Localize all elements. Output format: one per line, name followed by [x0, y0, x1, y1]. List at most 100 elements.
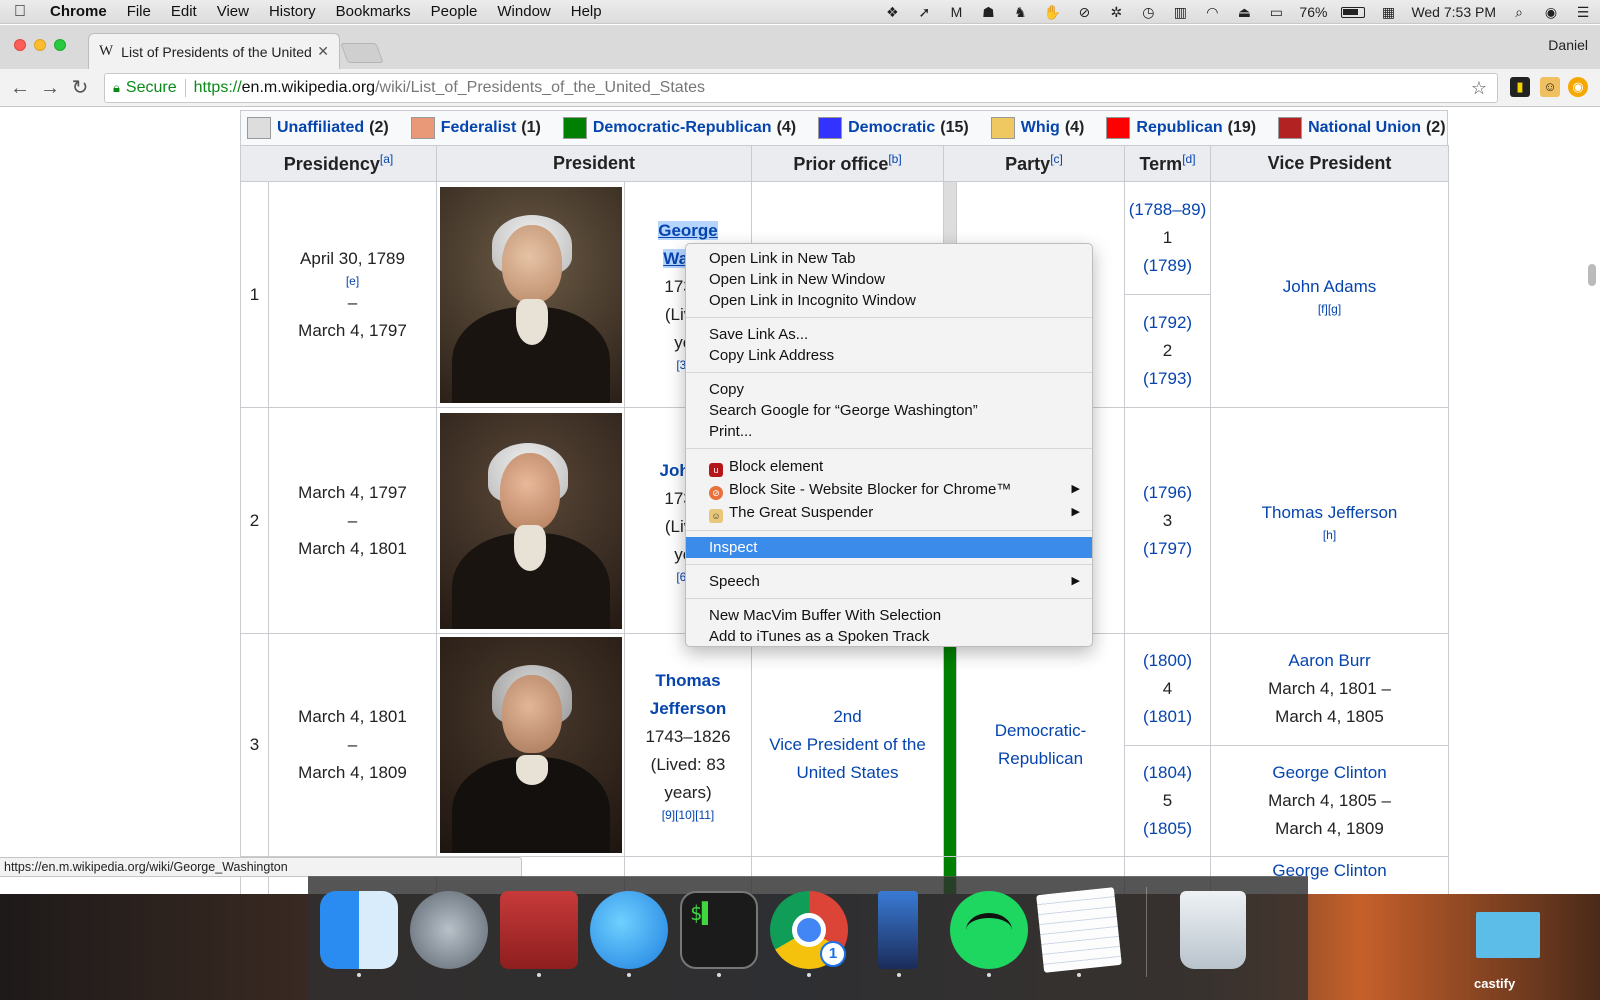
finder-icon[interactable] — [320, 891, 398, 969]
new-tab-button[interactable] — [340, 43, 384, 63]
legend-party-link[interactable]: Democratic-Republican — [593, 119, 772, 137]
time-machine-icon[interactable]: ◷ — [1139, 4, 1157, 20]
chrome-center — [792, 913, 826, 947]
menu-bookmarks[interactable]: Bookmarks — [326, 3, 421, 20]
malwarebytes-icon[interactable]: M — [947, 4, 965, 20]
menu-great-suspender[interactable]: ☺ The Great Suspender ▶ — [686, 501, 1092, 524]
battery-percent[interactable]: 76% — [1299, 4, 1327, 20]
legend-party-link[interactable]: Unaffiliated — [277, 119, 364, 137]
menu-open-incognito[interactable]: Open Link in Incognito Window — [686, 290, 1092, 311]
header-president[interactable]: President — [436, 145, 752, 182]
url-host: en.m.wikipedia.org — [241, 79, 376, 96]
portrait-adams[interactable] — [436, 407, 625, 634]
zoom-window-button[interactable] — [54, 39, 66, 51]
presidency-number[interactable]: 3 — [240, 633, 269, 857]
menu-inspect[interactable]: Inspect — [686, 537, 1092, 558]
elephant-icon[interactable]: ♞ — [1011, 4, 1029, 20]
great-suspender-icon[interactable]: ☺ — [1540, 77, 1560, 97]
cursor-icon[interactable]: ➚ — [915, 4, 933, 20]
header-party[interactable]: Party[c] — [942, 145, 1126, 182]
memory-icon[interactable]: ▥ — [1171, 4, 1189, 20]
dock: $▌ 1 — [308, 876, 1308, 1000]
airplay-icon[interactable]: ▭ — [1267, 4, 1285, 20]
portrait-washington[interactable] — [436, 181, 625, 408]
menu-save-link-as[interactable]: Save Link As... — [686, 324, 1092, 345]
legend-party-link[interactable]: Whig — [1021, 119, 1060, 137]
close-window-button[interactable] — [14, 39, 26, 51]
header-term[interactable]: Term[d] — [1124, 145, 1212, 182]
eject-icon[interactable]: ⏏ — [1235, 4, 1253, 20]
launchpad-icon[interactable] — [410, 891, 488, 969]
menu-open-new-window[interactable]: Open Link in New Window — [686, 269, 1092, 290]
tab-wikipedia[interactable]: W List of Presidents of the United ✕ — [88, 33, 340, 69]
battery-icon[interactable] — [1341, 6, 1366, 18]
menu-history[interactable]: History — [259, 3, 326, 20]
clock[interactable]: Wed 7:53 PM — [1411, 4, 1496, 20]
trash-icon[interactable] — [1180, 891, 1246, 969]
address-bar[interactable]: 🔒︎ Secure https:// en.m.wikipedia.org /w… — [104, 73, 1498, 103]
menu-file[interactable]: File — [117, 3, 161, 20]
spotify-icon[interactable] — [950, 891, 1028, 969]
pinwheel-icon[interactable]: ✲ — [1107, 4, 1125, 20]
siri-icon[interactable]: ◉ — [1542, 4, 1560, 20]
menu-people[interactable]: People — [421, 3, 488, 20]
menu-new-macvim-buffer[interactable]: New MacVim Buffer With Selection — [686, 605, 1092, 626]
menu-add-to-itunes[interactable]: Add to iTunes as a Spoken Track — [686, 626, 1092, 647]
reload-icon[interactable]: ↻ — [68, 76, 92, 100]
textedit-icon[interactable] — [1036, 887, 1122, 973]
bookmark-star-icon[interactable]: ☆ — [1471, 78, 1487, 99]
forward-arrow-icon[interactable]: → — [38, 76, 62, 100]
hand-icon[interactable]: ✋ — [1043, 4, 1061, 20]
header-presidency[interactable]: Presidency[a] — [240, 145, 437, 182]
legend-party-link[interactable]: National Union — [1308, 119, 1421, 137]
minimize-window-button[interactable] — [34, 39, 46, 51]
wifi-icon[interactable]: ◠ — [1203, 4, 1221, 20]
spotlight-search-icon[interactable]: ⌕ — [1510, 4, 1528, 20]
menu-speech[interactable]: Speech ▶ — [686, 571, 1092, 592]
back-arrow-icon[interactable]: ← — [8, 76, 32, 100]
terminal-icon[interactable]: $▌ — [680, 891, 758, 969]
presidency-number[interactable]: 1 — [240, 181, 269, 408]
term-cell: (1788–89) 1 (1789) — [1124, 181, 1212, 295]
menu-block-element[interactable]: u Block element — [686, 455, 1092, 478]
header-prior-office[interactable]: Prior office[b] — [751, 145, 944, 182]
header-vice-president[interactable]: Vice President — [1210, 145, 1450, 182]
menu-search-google[interactable]: Search Google for “George Washington” — [686, 400, 1092, 421]
extension-coin-icon[interactable]: ◉ — [1568, 77, 1588, 97]
desktop-folder-icon[interactable] — [1476, 912, 1540, 958]
menu-copy-link-address[interactable]: Copy Link Address — [686, 345, 1092, 366]
menu-view[interactable]: View — [207, 3, 259, 20]
portrait-jefferson[interactable] — [436, 633, 625, 857]
close-tab-icon[interactable]: ✕ — [317, 43, 329, 60]
legend-count: (1) — [521, 119, 541, 136]
desktop-folder-label[interactable]: castify — [1474, 976, 1515, 991]
date-icon[interactable]: ▦ — [1379, 4, 1397, 20]
apple-menu-icon[interactable]:  — [0, 3, 40, 21]
dropbox-icon[interactable]: ❖ — [883, 4, 901, 20]
scrollbar-thumb[interactable] — [1588, 264, 1596, 286]
legend-party-link[interactable]: Federalist — [441, 119, 517, 137]
robot-icon[interactable]: ☗ — [979, 4, 997, 20]
menu-separator — [686, 564, 1092, 565]
menu-edit[interactable]: Edit — [161, 3, 207, 20]
photo-booth-icon[interactable] — [500, 891, 578, 969]
menu-copy[interactable]: Copy — [686, 379, 1092, 400]
menu-open-new-tab[interactable]: Open Link in New Tab — [686, 248, 1092, 269]
extension-battery-icon[interactable]: ▮ — [1510, 77, 1530, 97]
vice-president-cell: George Clinton March 4, 1805 – March 4, … — [1210, 744, 1450, 857]
menu-print[interactable]: Print... — [686, 421, 1092, 442]
messages-icon[interactable] — [590, 891, 668, 969]
presidency-number[interactable]: 2 — [240, 407, 269, 634]
phone-app-icon[interactable] — [878, 891, 918, 969]
notification-center-icon[interactable]: ☰ — [1574, 4, 1592, 20]
profile-name[interactable]: Daniel — [1548, 37, 1588, 53]
menu-block-site[interactable]: ⊘ Block Site - Website Blocker for Chrome… — [686, 478, 1092, 501]
menu-app-chrome[interactable]: Chrome — [40, 3, 117, 20]
browser-toolbar: ← → ↻ 🔒︎ Secure https:// en.m.wikipedia.… — [0, 69, 1600, 107]
menu-help[interactable]: Help — [561, 3, 612, 20]
chrome-icon[interactable]: 1 — [770, 891, 848, 969]
legend-party-link[interactable]: Republican — [1136, 119, 1222, 137]
menu-window[interactable]: Window — [487, 3, 560, 20]
no-sign-icon[interactable]: ⊘ — [1075, 4, 1093, 20]
legend-party-link[interactable]: Democratic — [848, 119, 935, 137]
